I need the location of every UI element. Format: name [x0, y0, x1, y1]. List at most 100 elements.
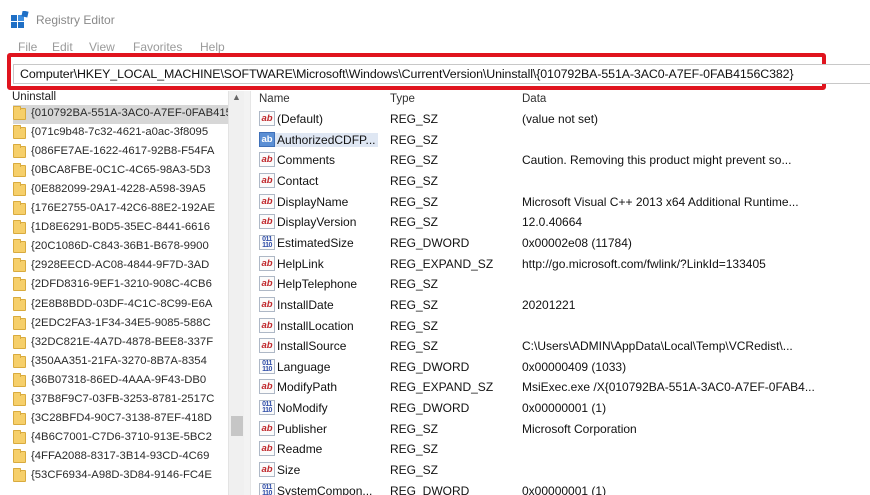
tree-item[interactable]: {350AA351-21FA-3270-8B7A-8354: [13, 353, 228, 372]
string-value-icon: ab: [259, 172, 275, 188]
value-row[interactable]: ab HelpLink REG_EXPAND_SZ http://go.microso…: [252, 254, 870, 275]
value-row[interactable]: ab Comments REG_SZ Caution. Removing this p…: [252, 150, 870, 171]
value-data: 0x00000001 (1): [522, 483, 607, 495]
value-type: REG_SZ: [390, 215, 439, 230]
value-row[interactable]: 011 110 SystemCompon... REG_DWORD 0x00000001…: [252, 481, 870, 495]
tree-item[interactable]: {2EDC2FA3-1F34-34E5-9085-588C: [13, 315, 228, 334]
tree-item[interactable]: {086FE7AE-1622-4617-92B8-F54FA: [13, 143, 228, 162]
menu-edit[interactable]: Edit: [52, 40, 73, 54]
value-row[interactable]: ab DisplayName REG_SZ Microsoft Visual C++ …: [252, 192, 870, 213]
tree-item[interactable]: {1D8E6291-B0D5-35EC-8441-6616: [13, 219, 228, 238]
folder-icon: [13, 201, 26, 216]
value-row[interactable]: ab HelpTelephone REG_SZ: [252, 274, 870, 295]
tree-item-label: {010792BA-551A-3AC0-A7EF-0FAB4156C382}: [31, 107, 228, 119]
folder-icon: [13, 125, 26, 140]
value-row[interactable]: ab Readme REG_SZ: [252, 439, 870, 460]
binary-value-icon: 011 110: [259, 482, 275, 495]
tree-item-label: {1D8E6291-B0D5-35EC-8441-6616: [31, 221, 210, 234]
folder-icon: [13, 410, 26, 425]
value-row[interactable]: 011 110 Language REG_DWORD 0x00000409 (1033): [252, 357, 870, 378]
value-name: Language: [277, 359, 331, 374]
value-row[interactable]: ab InstallLocation REG_SZ: [252, 316, 870, 337]
tree-item[interactable]: {3C28BFD4-90C7-3138-87EF-418D: [13, 410, 228, 429]
window-title: Registry Editor: [36, 13, 115, 27]
tree-item[interactable]: {0E882099-29A1-4228-A598-39A5: [13, 181, 228, 200]
tree-item-label: {071c9b48-7c32-4621-a0ac-3f8095: [31, 126, 209, 139]
value-data: MsiExec.exe /X{010792BA-551A-3AC0-A7EF-0…: [522, 380, 815, 395]
value-name: AuthorizedCDFP...: [275, 132, 378, 147]
tree-item[interactable]: {2DFD8316-9EF1-3210-908C-4CB6: [13, 276, 228, 295]
tree-item[interactable]: {0BCA8FBE-0C1C-4C65-98A3-5D3: [13, 162, 228, 181]
value-type: REG_EXPAND_SZ: [390, 380, 494, 395]
scroll-thumb[interactable]: [231, 416, 243, 436]
value-type: REG_DWORD: [390, 235, 470, 250]
address-path[interactable]: Computer\HKEY_LOCAL_MACHINE\SOFTWARE\Mic…: [20, 67, 794, 81]
value-row[interactable]: 011 110 EstimatedSize REG_DWORD 0x00002e08 (…: [252, 233, 870, 254]
tree-item[interactable]: {4B6C7001-C7D6-3710-913E-5BC2: [13, 429, 228, 448]
menu-help[interactable]: Help: [200, 40, 225, 54]
tree-item[interactable]: {2E8B8BDD-03DF-4C1C-8C99-E6A: [13, 296, 228, 315]
column-header-type[interactable]: Type: [390, 93, 415, 105]
folder-icon: [13, 296, 26, 311]
value-type: REG_SZ: [390, 153, 439, 168]
value-row[interactable]: ab Contact REG_SZ: [252, 171, 870, 192]
value-row[interactable]: ab DisplayVersion REG_SZ 12.0.40664: [252, 212, 870, 233]
tree-item[interactable]: {4FFA2088-8317-3B14-93CD-4C69: [13, 448, 228, 467]
tree-parent-key[interactable]: Uninstall: [12, 91, 56, 103]
value-type: REG_SZ: [390, 297, 439, 312]
folder-icon: [13, 448, 26, 463]
value-data: Microsoft Corporation: [522, 421, 637, 436]
tree-item[interactable]: {37B8F9C7-03FB-3253-8781-2517C: [13, 391, 228, 410]
value-name: (Default): [277, 112, 324, 126]
value-type: REG_SZ: [390, 442, 439, 457]
tree-item[interactable]: {2928EECD-AC08-4844-9F7D-3AD: [13, 257, 228, 276]
value-row[interactable]: ab (Default) REG_SZ (value not set): [252, 109, 870, 130]
tree-item[interactable]: {36B07318-86ED-4AAA-9F43-DB0: [13, 372, 228, 391]
value-row[interactable]: ab Publisher REG_SZ Microsoft Corporation: [252, 419, 870, 440]
value-name: Size: [277, 463, 301, 478]
value-row[interactable]: ab InstallDate REG_SZ 20201221: [252, 295, 870, 316]
menu-view[interactable]: View: [89, 40, 115, 54]
values-list-pane[interactable]: Name Type Data ab (Default) REG_SZ (value n…: [252, 91, 870, 495]
value-name: Comments: [277, 153, 336, 168]
string-value-icon: ab: [259, 338, 275, 354]
value-row[interactable]: ab Size REG_SZ: [252, 460, 870, 481]
address-bar[interactable]: Computer\HKEY_LOCAL_MACHINE\SOFTWARE\Mic…: [13, 64, 870, 84]
value-data: 20201221: [522, 297, 576, 312]
menu-favorites[interactable]: Favorites: [133, 40, 182, 54]
value-row[interactable]: ab InstallSource REG_SZ C:\Users\ADMIN\AppD…: [252, 336, 870, 357]
string-value-icon: ab: [259, 131, 275, 147]
value-type: REG_SZ: [390, 277, 439, 292]
value-row[interactable]: ab ModifyPath REG_EXPAND_SZ MsiExec.exe /X{…: [252, 377, 870, 398]
value-data: Microsoft Visual C++ 2013 x64 Additional…: [522, 194, 799, 209]
value-name: NoModify: [277, 401, 328, 416]
string-value-icon: ab: [259, 462, 275, 478]
tree-item[interactable]: {071c9b48-7c32-4621-a0ac-3f8095: [13, 124, 228, 143]
value-type: REG_SZ: [390, 173, 439, 188]
tree-scrollbar[interactable]: ▲: [228, 91, 244, 495]
value-row[interactable]: ab AuthorizedCDFP... REG_SZ: [252, 130, 870, 151]
tree-item-label: {53CF6934-A98D-3D84-9146-FC4E: [31, 468, 212, 481]
tree-item-label: {0E882099-29A1-4228-A598-39A5: [31, 183, 206, 196]
tree-item[interactable]: {53CF6934-A98D-3D84-9146-FC4E: [13, 467, 228, 486]
string-value-icon: ab: [259, 420, 275, 436]
key-tree-pane[interactable]: Uninstall {010792BA-551A-3AC0-A7EF-0FAB4…: [0, 91, 244, 495]
folder-icon: [13, 391, 26, 406]
value-data: 0x00002e08 (11784): [522, 235, 632, 250]
column-header-name[interactable]: Name: [259, 93, 290, 105]
pane-splitter[interactable]: [244, 91, 251, 495]
tree-item[interactable]: {010792BA-551A-3AC0-A7EF-0FAB4156C382}: [13, 105, 228, 124]
tree-item[interactable]: {176E2755-0A17-42C6-88E2-192AE: [13, 200, 228, 219]
menu-file[interactable]: File: [18, 40, 37, 54]
value-row[interactable]: 011 110 NoModify REG_DWORD 0x00000001 (1): [252, 398, 870, 419]
scroll-up-arrow-icon[interactable]: ▲: [232, 92, 241, 102]
folder-icon: [13, 182, 26, 197]
string-value-icon: ab: [259, 255, 275, 271]
binary-value-icon: 011 110: [259, 400, 275, 416]
folder-icon: [13, 334, 26, 349]
value-type: REG_SZ: [390, 339, 439, 354]
tree-item[interactable]: {20C1086D-C843-36B1-B678-9900: [13, 238, 228, 257]
tree-item[interactable]: {32DC821E-4A7D-4878-BEE8-337F: [13, 334, 228, 353]
tree-item-label: {32DC821E-4A7D-4878-BEE8-337F: [31, 335, 214, 348]
column-header-data[interactable]: Data: [522, 93, 546, 105]
